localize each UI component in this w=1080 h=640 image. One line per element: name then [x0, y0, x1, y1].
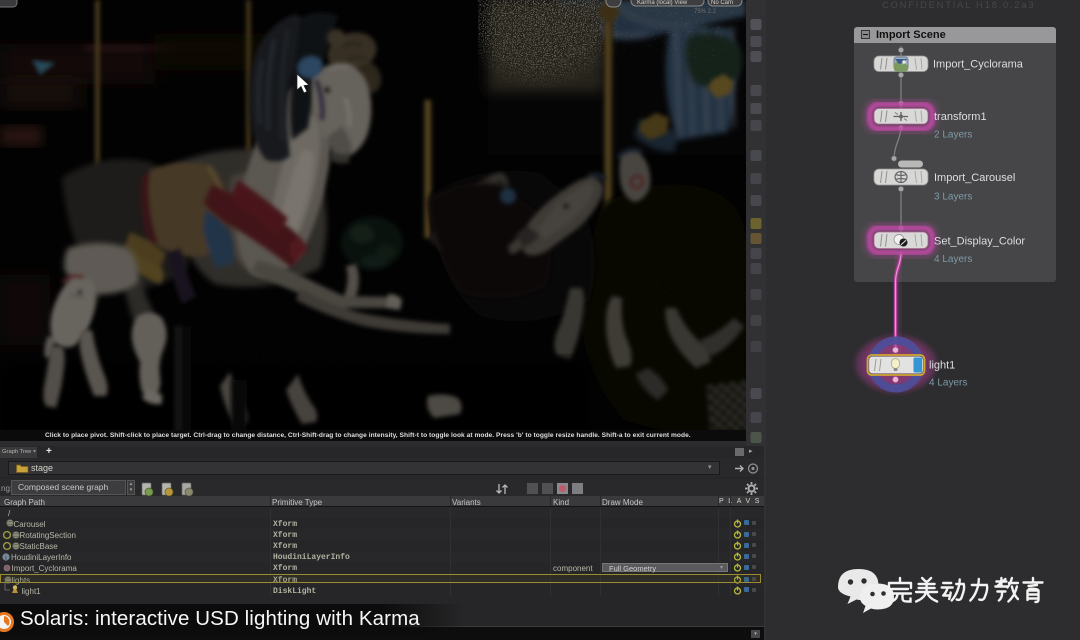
- svg-text:Set_Display_Color: Set_Display_Color: [934, 236, 1025, 248]
- svg-text:3 Layers: 3 Layers: [934, 192, 972, 203]
- svg-text:Karma (local) View: Karma (local) View: [637, 0, 688, 6]
- svg-text:No Cam: No Cam: [711, 0, 733, 6]
- svg-text:4 Layers: 4 Layers: [929, 378, 967, 389]
- svg-text:Import_Carousel: Import_Carousel: [934, 172, 1015, 184]
- svg-text:Import_Cyclorama: Import_Cyclorama: [933, 59, 1024, 71]
- svg-text:2 Layers: 2 Layers: [934, 130, 972, 141]
- svg-text:transform1: transform1: [934, 111, 987, 123]
- svg-text:light1: light1: [929, 360, 955, 372]
- svg-text:75% 2.2: 75% 2.2: [694, 9, 717, 15]
- svg-text:4 Layers: 4 Layers: [934, 254, 972, 265]
